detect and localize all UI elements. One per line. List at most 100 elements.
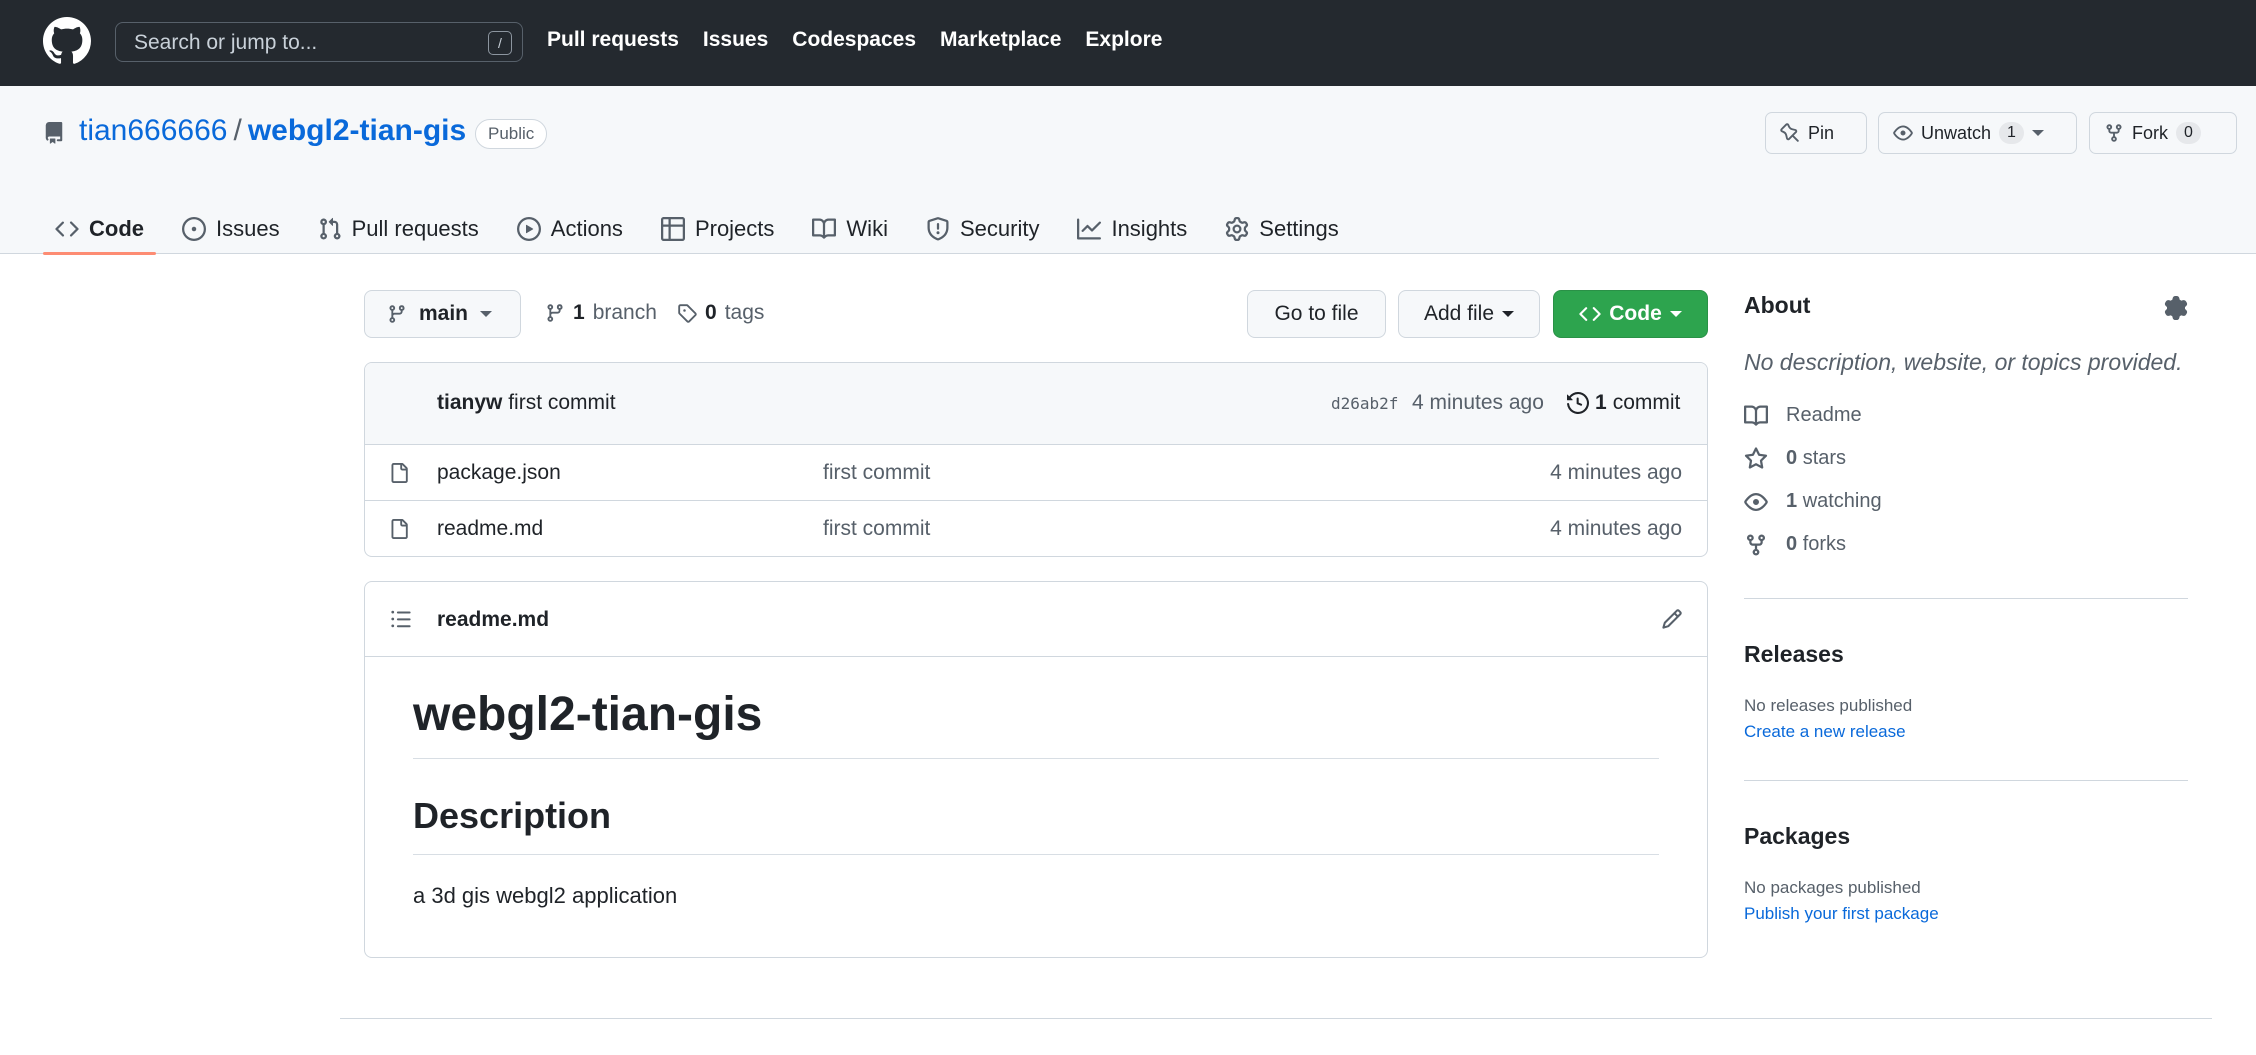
tab-security[interactable]: Security [914, 204, 1051, 254]
tab-issues[interactable]: Issues [170, 204, 292, 254]
visibility-badge: Public [475, 119, 548, 149]
search-shortcut-key: / [488, 31, 512, 55]
play-icon [516, 217, 541, 241]
pin-button[interactable]: Pin [1765, 112, 1867, 154]
readme-link[interactable]: Readme [1744, 394, 2188, 437]
add-file-button[interactable]: Add file [1398, 290, 1540, 338]
code-button[interactable]: Code [1553, 290, 1708, 338]
issue-icon [182, 217, 206, 241]
nav-pull-requests[interactable]: Pull requests [547, 28, 679, 52]
create-release-link[interactable]: Create a new release [1744, 722, 2188, 742]
pencil-icon[interactable] [1661, 608, 1683, 630]
branch-selector[interactable]: main [364, 290, 521, 338]
file-age: 4 minutes ago [1550, 461, 1682, 484]
publish-package-link[interactable]: Publish your first package [1744, 904, 2188, 924]
repo-name-link[interactable]: webgl2-tian-gis [248, 114, 466, 147]
unwatch-button[interactable]: Unwatch 1 [1878, 112, 2077, 154]
tag-icon [678, 304, 697, 323]
tag-count: 0 [705, 301, 717, 324]
fork-button[interactable]: Fork 0 [2089, 112, 2237, 154]
readme-paragraph: a 3d gis webgl2 application [413, 883, 678, 908]
graph-icon [1077, 218, 1102, 240]
watching-label: watching [1802, 490, 1882, 512]
readme-header: readme.md [365, 582, 1707, 657]
nav-codespaces[interactable]: Codespaces [792, 28, 916, 52]
tab-label: Wiki [846, 216, 888, 241]
tab-pull-requests[interactable]: Pull requests [306, 204, 491, 254]
tab-settings[interactable]: Settings [1213, 204, 1351, 254]
about-title: About [1744, 292, 1811, 318]
packages-empty: No packages published [1744, 878, 1921, 897]
forks-count: 0 [1786, 533, 1798, 555]
tags-link[interactable]: 0 tags [677, 301, 764, 325]
commit-message[interactable]: first commit [508, 391, 615, 414]
tab-wiki[interactable]: Wiki [800, 204, 900, 254]
watching-count: 1 [1786, 490, 1798, 512]
tab-label: Security [959, 216, 1040, 241]
readme-heading-1: webgl2-tian-gis [413, 687, 1659, 759]
go-to-file-button[interactable]: Go to file [1247, 290, 1386, 338]
sidebar-divider [1744, 598, 2188, 599]
file-name-link[interactable]: readme.md [437, 517, 543, 541]
forks-label: forks [1802, 533, 1847, 555]
file-name-link[interactable]: package.json [437, 461, 561, 485]
watching-link[interactable]: 1 watching [1744, 480, 2188, 523]
eye-icon [1893, 125, 1913, 141]
add-file-label: Add file [1423, 302, 1495, 325]
commit-author[interactable]: tianyw [437, 391, 502, 414]
book-icon [1744, 404, 1768, 426]
branches-link[interactable]: 1 branch [545, 301, 657, 325]
global-nav: Pull requests Issues Codespaces Marketpl… [547, 28, 1162, 52]
tab-label: Code [89, 216, 144, 241]
list-unordered-icon[interactable] [389, 608, 413, 630]
star-icon [1744, 446, 1768, 469]
tab-projects[interactable]: Projects [649, 204, 786, 254]
stars-label: stars [1802, 447, 1847, 469]
repo-owner-link[interactable]: tian666666 [79, 114, 227, 147]
readme-heading-2: Description [413, 795, 1659, 855]
tab-label: Settings [1259, 216, 1339, 241]
github-logo-icon[interactable] [43, 17, 91, 65]
releases-title[interactable]: Releases [1744, 641, 1844, 667]
releases-empty: No releases published [1744, 696, 1913, 715]
chevron-down-icon [480, 311, 493, 317]
commits-link[interactable]: 1 commit [1567, 391, 1680, 415]
nav-marketplace[interactable]: Marketplace [940, 28, 1061, 52]
unwatch-label: Unwatch [1921, 122, 1992, 143]
repo-separator: / [233, 114, 242, 147]
chevron-down-icon [1669, 311, 1682, 317]
commit-label: commit [1612, 391, 1681, 414]
history-icon [1567, 392, 1589, 414]
commit-summary: tianyw first commit [437, 391, 616, 415]
stars-link[interactable]: 0 stars [1744, 437, 2188, 480]
table-icon [660, 217, 685, 241]
file-commit-message[interactable]: first commit [823, 461, 930, 485]
search-input[interactable]: Search or jump to... / [115, 22, 523, 62]
fork-count: 0 [2176, 122, 2201, 144]
about-description: No description, website, or topics provi… [1744, 349, 2183, 375]
file-icon [391, 463, 408, 483]
branch-count: 1 [573, 301, 585, 324]
gear-icon[interactable] [2164, 296, 2188, 320]
shield-icon [927, 217, 949, 241]
fork-icon [1747, 534, 1765, 556]
file-icon [391, 519, 408, 539]
commit-count: 1 [1595, 391, 1607, 414]
readme-filename[interactable]: readme.md [437, 608, 549, 632]
tab-actions[interactable]: Actions [505, 204, 635, 254]
pull-request-icon [319, 217, 341, 240]
eye-icon [1744, 492, 1768, 511]
tab-label: Pull requests [351, 216, 479, 241]
tab-code[interactable]: Code [43, 204, 156, 255]
branch-icon [389, 305, 405, 323]
nav-explore[interactable]: Explore [1085, 28, 1162, 52]
fork-icon [2106, 124, 2122, 142]
commit-hash[interactable]: d26ab2f [1331, 394, 1398, 413]
nav-issues[interactable]: Issues [703, 28, 768, 52]
file-commit-message[interactable]: first commit [823, 517, 930, 541]
sidebar-divider [1744, 780, 2188, 781]
packages-title[interactable]: Packages [1744, 823, 1850, 849]
tab-insights[interactable]: Insights [1065, 204, 1199, 254]
latest-commit: tianyw first commit d26ab2f 4 minutes ag… [365, 363, 1707, 445]
forks-link[interactable]: 0 forks [1744, 523, 2188, 566]
